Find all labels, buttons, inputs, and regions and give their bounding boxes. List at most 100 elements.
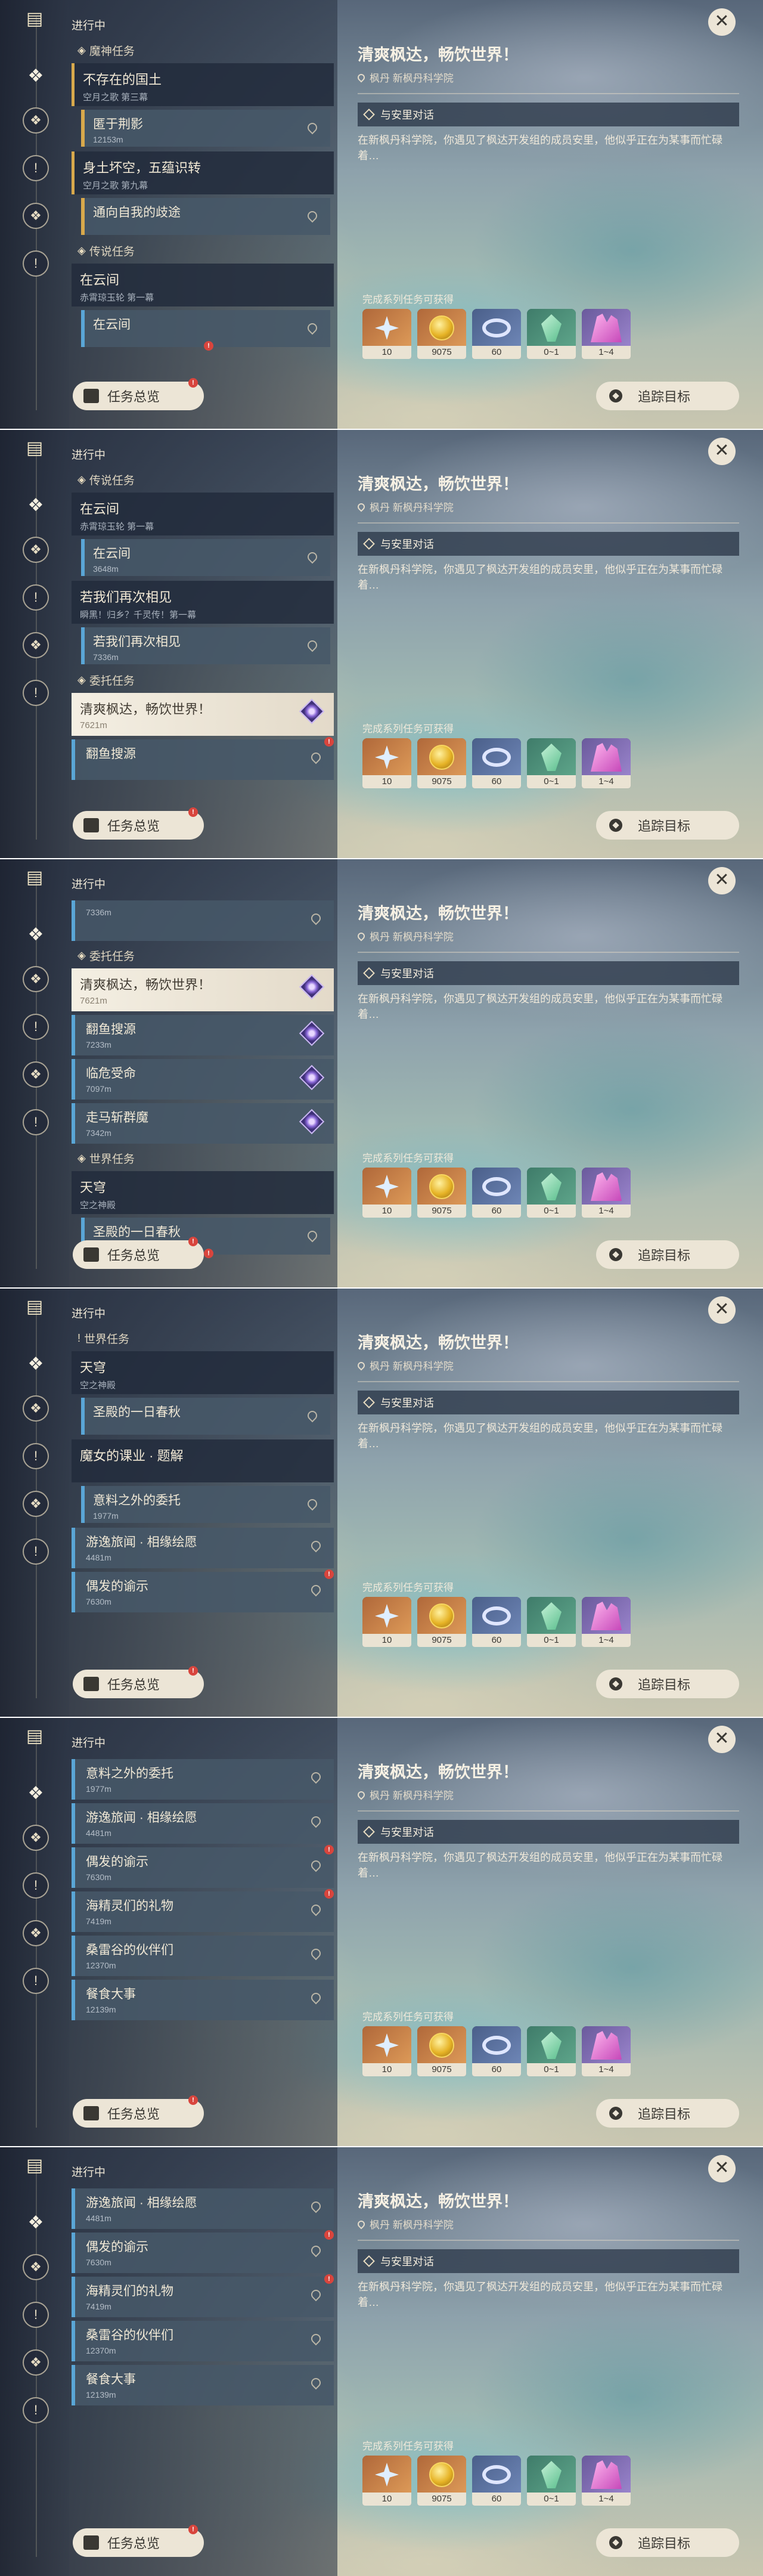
quest-chain-card[interactable]: 在云间 赤霄琼玉轮 第一幕 <box>72 264 334 306</box>
quest-list-item[interactable]: 桑雷谷的伙伴们 12370m <box>72 2321 334 2361</box>
quest-list-item[interactable]: 桑雷谷的伙伴们 12370m <box>72 1936 334 1976</box>
tab-world-quests-icon[interactable]: ! <box>23 250 49 277</box>
quest-chain-card[interactable]: 不存在的国土 空月之歌 第三幕 <box>72 63 334 106</box>
quest-list-item[interactable]: 翻鱼搜源 7233m <box>72 1015 334 1055</box>
track-target-button[interactable]: 追踪目标 <box>596 2528 739 2557</box>
quest-list-item[interactable]: 临危受命 7097m <box>72 1059 334 1100</box>
reward-item[interactable]: 60 <box>472 309 521 359</box>
reward-item[interactable]: 10 <box>362 738 411 788</box>
reward-item[interactable]: 10 <box>362 2456 411 2506</box>
quest-summary-button[interactable]: 任务总览! <box>73 378 204 410</box>
close-button[interactable]: ✕ <box>708 438 736 465</box>
track-target-button[interactable]: 追踪目标 <box>596 1670 739 1698</box>
reward-item[interactable]: 0~1 <box>527 2456 576 2506</box>
quest-list-item[interactable]: 游逸旅闻 · 相缘绘愿 4481m <box>72 2188 334 2229</box>
tab-commission-icon[interactable]: ❖ <box>23 1061 49 1088</box>
quest-list-item[interactable]: 餐食大事 12139m <box>72 1980 334 2020</box>
reward-item[interactable]: 10 <box>362 309 411 359</box>
quest-list-item[interactable]: 偶发的谕示 7630m! <box>72 1569 334 1612</box>
quest-chain-card[interactable]: 魔女的课业 · 题解 <box>72 1439 334 1482</box>
track-target-button[interactable]: 追踪目标 <box>596 811 739 840</box>
tab-archon-quests-icon[interactable]: ❖ <box>23 537 49 563</box>
tab-world-quests-icon[interactable]: ! <box>23 1538 49 1565</box>
reward-item[interactable]: 60 <box>472 1168 521 1218</box>
tab-story-quests-icon[interactable]: ! <box>23 1872 49 1899</box>
reward-item[interactable]: 0~1 <box>527 1597 576 1647</box>
tab-story-quests-icon[interactable]: ! <box>23 1014 49 1040</box>
close-button[interactable]: ✕ <box>708 1296 736 1324</box>
tab-commission-icon[interactable]: ❖ <box>23 2349 49 2376</box>
quest-list-item[interactable]: 偶发的谕示 7630m! <box>72 1845 334 1888</box>
track-target-button[interactable]: 追踪目标 <box>596 2099 739 2128</box>
quest-chain-card[interactable]: 身土坏空，五蕴识转 空月之歌 第九幕 <box>72 151 334 194</box>
tab-world-quests-icon[interactable]: ! <box>23 1968 49 1994</box>
tab-archon-quests-icon[interactable]: ❖ <box>23 1825 49 1851</box>
quest-list-item[interactable]: 走马斩群魔 7342m <box>72 1103 334 1144</box>
tab-archon-quests-icon[interactable]: ❖ <box>23 107 49 134</box>
tab-all-quests-icon[interactable]: ❖ <box>18 1348 54 1380</box>
quest-summary-button[interactable]: 任务总览! <box>73 1666 204 1698</box>
tab-all-quests-icon[interactable]: ❖ <box>18 489 54 521</box>
reward-item[interactable]: 1~4 <box>582 1168 631 1218</box>
reward-item[interactable]: 1~4 <box>582 738 631 788</box>
reward-item[interactable]: 9075 <box>417 738 466 788</box>
reward-item[interactable]: 0~1 <box>527 1168 576 1218</box>
tab-archon-quests-icon[interactable]: ❖ <box>23 2254 49 2280</box>
reward-item[interactable]: 0~1 <box>527 309 576 359</box>
reward-item[interactable]: 10 <box>362 2026 411 2076</box>
reward-item[interactable]: 9075 <box>417 2456 466 2506</box>
close-button[interactable]: ✕ <box>708 867 736 894</box>
quest-summary-button[interactable]: 任务总览! <box>73 2095 204 2128</box>
quest-list-item[interactable]: 偶发的谕示 7630m! <box>72 2230 334 2273</box>
track-target-button[interactable]: 追踪目标 <box>596 1240 739 1269</box>
reward-item[interactable]: 1~4 <box>582 309 631 359</box>
reward-item[interactable]: 60 <box>472 1597 521 1647</box>
tab-all-quests-icon[interactable]: ❖ <box>18 60 54 92</box>
quest-step-item[interactable]: 若我们再次相见 7336m <box>81 627 330 664</box>
close-button[interactable]: ✕ <box>708 1726 736 1753</box>
quest-list-item[interactable]: 游逸旅闻 · 相缘绘愿 4481m <box>72 1528 334 1568</box>
quest-chain-card[interactable]: 清爽枫达，畅饮世界！ 7621m <box>72 693 334 736</box>
reward-item[interactable]: 0~1 <box>527 2026 576 2076</box>
tab-commission-icon[interactable]: ❖ <box>23 1491 49 1517</box>
reward-item[interactable]: 10 <box>362 1597 411 1647</box>
quest-chain-card[interactable]: 天穹 空之神殿 <box>72 1351 334 1394</box>
tab-all-quests-icon[interactable]: ❖ <box>18 918 54 950</box>
tab-story-quests-icon[interactable]: ! <box>23 155 49 181</box>
tab-commission-icon[interactable]: ❖ <box>23 203 49 229</box>
tab-commission-icon[interactable]: ❖ <box>23 1920 49 1946</box>
quest-step-item[interactable]: 意料之外的委托 1977m <box>81 1486 330 1523</box>
reward-item[interactable]: 9075 <box>417 1168 466 1218</box>
reward-item[interactable]: 1~4 <box>582 2456 631 2506</box>
quest-summary-button[interactable]: 任务总览! <box>73 1237 204 1269</box>
tab-story-quests-icon[interactable]: ! <box>23 2302 49 2328</box>
reward-item[interactable]: 1~4 <box>582 1597 631 1647</box>
quest-list-item[interactable]: 7336m <box>72 900 334 941</box>
quest-step-item[interactable]: 匿于荆影 12153m <box>81 110 330 147</box>
tab-commission-icon[interactable]: ❖ <box>23 632 49 658</box>
quest-chain-card[interactable]: 若我们再次相见 瞬黑！归乡？千灵传！第一幕 <box>72 581 334 624</box>
close-button[interactable]: ✕ <box>708 2155 736 2182</box>
quest-chain-card[interactable]: 天穹 空之神殿 <box>72 1171 334 1214</box>
quest-chain-card[interactable]: 在云间 赤霄琼玉轮 第一幕 <box>72 493 334 535</box>
quest-chain-card[interactable]: 清爽枫达，畅饮世界！ 7621m <box>72 968 334 1011</box>
quest-list-item[interactable]: 海精灵们的礼物 7419m! <box>72 2274 334 2317</box>
quest-list-item[interactable]: 餐食大事 12139m <box>72 2365 334 2405</box>
tab-all-quests-icon[interactable]: ❖ <box>18 2206 54 2238</box>
quest-list-item[interactable]: 游逸旅闻 · 相缘绘愿 4481m <box>72 1803 334 1844</box>
tab-world-quests-icon[interactable]: ! <box>23 2397 49 2423</box>
reward-item[interactable]: 60 <box>472 738 521 788</box>
tab-archon-quests-icon[interactable]: ❖ <box>23 1395 49 1422</box>
close-button[interactable]: ✕ <box>708 8 736 36</box>
tab-world-quests-icon[interactable]: ! <box>23 680 49 706</box>
reward-item[interactable]: 9075 <box>417 309 466 359</box>
tab-world-quests-icon[interactable]: ! <box>23 1109 49 1135</box>
reward-item[interactable]: 9075 <box>417 1597 466 1647</box>
reward-item[interactable]: 1~4 <box>582 2026 631 2076</box>
reward-item[interactable]: 9075 <box>417 2026 466 2076</box>
quest-step-item[interactable]: 通向自我的歧途 <box>81 198 330 235</box>
track-target-button[interactable]: 追踪目标 <box>596 382 739 410</box>
quest-step-item[interactable]: 在云间 3648m <box>81 539 330 576</box>
reward-item[interactable]: 60 <box>472 2026 521 2076</box>
quest-list-item[interactable]: 海精灵们的礼物 7419m! <box>72 1889 334 1932</box>
